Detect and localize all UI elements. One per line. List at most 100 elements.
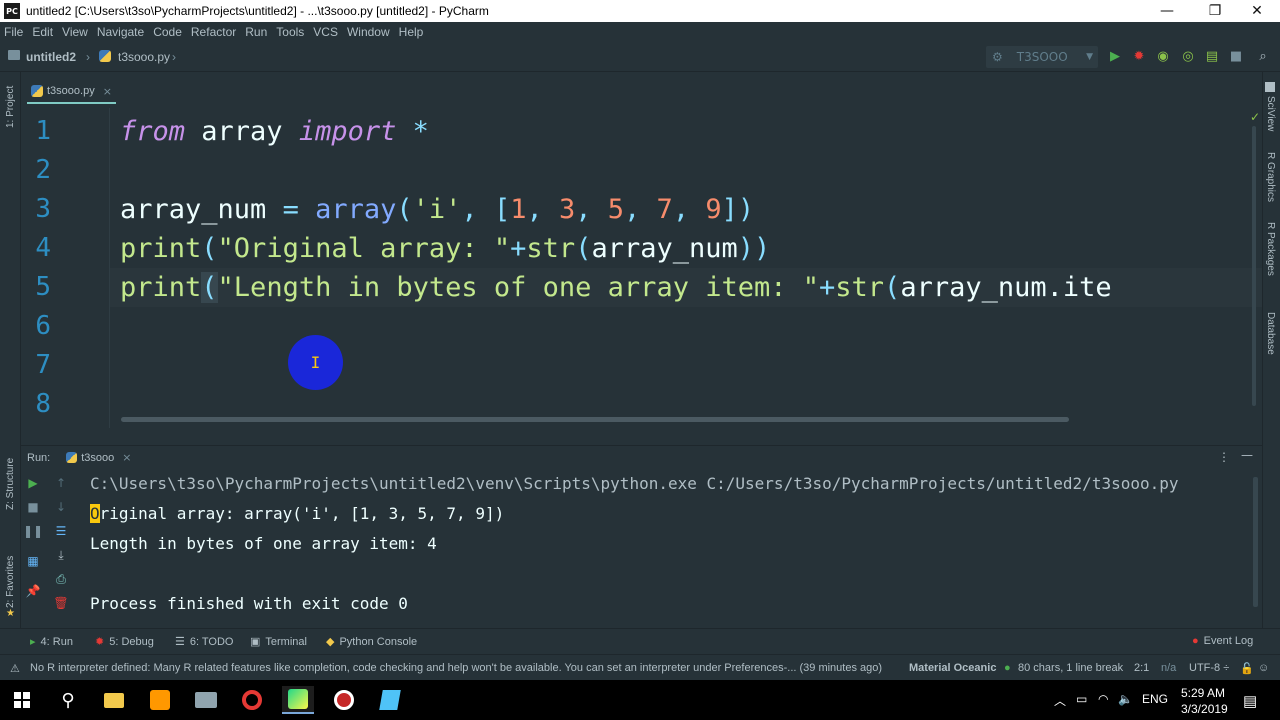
run-tab-label: t3sooo: [81, 451, 115, 464]
tool-tab-event-log[interactable]: ● Event Log: [1192, 635, 1253, 647]
menu-view[interactable]: View: [62, 25, 88, 39]
code-editor[interactable]: 1 2 3 4 5 6 7 8 from array import * arra…: [21, 108, 1262, 428]
hide-panel-icon[interactable]: —: [1241, 448, 1253, 462]
close-tab-icon[interactable]: ×: [103, 85, 112, 98]
editor-tab[interactable]: t3sooo.py ×: [27, 80, 116, 104]
run-with-coverage-icon[interactable]: ◉: [1155, 48, 1171, 64]
line-number: 4: [35, 233, 51, 263]
line-separator[interactable]: n/a: [1161, 662, 1176, 674]
pause-icon[interactable]: ❚❚: [23, 523, 43, 539]
tool-tab-todo[interactable]: ☰ 6: TODO: [175, 635, 233, 649]
tool-tab-run[interactable]: ▸ 4: Run: [30, 635, 73, 649]
lock-icon[interactable]: 🔓: [1240, 662, 1254, 675]
opera-icon[interactable]: [236, 686, 268, 714]
print-icon[interactable]: ⎙: [53, 571, 69, 587]
clock-time[interactable]: 5:29 AM: [1181, 686, 1225, 700]
theme-indicator[interactable]: Material Oceanic: [909, 662, 996, 674]
close-tab-icon[interactable]: ×: [122, 451, 131, 464]
database-tool-tab[interactable]: Database: [1265, 312, 1276, 355]
search-icon[interactable]: ⚲: [52, 686, 84, 714]
menu-code[interactable]: Code: [153, 25, 182, 39]
concurrency-icon[interactable]: ▤: [1204, 48, 1220, 64]
line-number-gutter: 1 2 3 4 5 6 7 8: [21, 108, 109, 428]
layout-icon[interactable]: ▦: [25, 553, 41, 569]
mouse-cursor-highlight: I: [288, 335, 343, 390]
menu-edit[interactable]: Edit: [32, 25, 53, 39]
editor-vertical-scrollbar[interactable]: [1252, 126, 1256, 406]
tool-tab-debug[interactable]: ✹ 5: Debug: [95, 635, 154, 649]
bracket: [: [493, 194, 511, 225]
remote-desktop-icon[interactable]: [190, 686, 222, 714]
inspector-icon[interactable]: ☺: [1258, 662, 1269, 674]
run-tab[interactable]: t3sooo ×: [66, 451, 132, 464]
menu-tools[interactable]: Tools: [276, 25, 304, 39]
scroll-to-end-icon[interactable]: ⤓: [53, 547, 69, 563]
clock-date[interactable]: 3/3/2019: [1181, 702, 1228, 716]
identifier: array_num.ite: [900, 272, 1112, 303]
pin-icon[interactable]: 📌: [25, 583, 41, 599]
menu-run[interactable]: Run: [245, 25, 267, 39]
status-message[interactable]: No R interpreter defined: Many R related…: [30, 662, 895, 674]
file-explorer-icon[interactable]: [98, 686, 130, 714]
r-packages-tool-tab[interactable]: R Packages: [1265, 222, 1276, 276]
string-literal: "Original array: ": [217, 233, 511, 264]
pycharm-taskbar-icon[interactable]: [282, 686, 314, 714]
pycharm-app-icon: PC: [4, 3, 20, 19]
comma: ,: [624, 194, 657, 225]
tool-tab-python-console[interactable]: ◆ Python Console: [326, 635, 417, 649]
sciview-tool-tab[interactable]: SciView: [1265, 96, 1276, 131]
search-everywhere-icon[interactable]: ⌕: [1255, 48, 1271, 64]
down-arrow-icon[interactable]: ↓: [53, 499, 69, 515]
favorites-tool-tab[interactable]: 2: Favorites: [5, 556, 16, 608]
breadcrumb-project[interactable]: untitled2: [26, 50, 76, 64]
inspection-ok-icon[interactable]: ✓: [1250, 110, 1260, 124]
debug-icon[interactable]: ✹: [1131, 48, 1147, 64]
stop-icon[interactable]: ■: [25, 499, 41, 515]
run-icon[interactable]: ▶: [1107, 48, 1123, 64]
rerun-icon[interactable]: ▶: [25, 475, 41, 491]
minimize-button[interactable]: —: [1144, 0, 1190, 22]
menu-refactor[interactable]: Refactor: [191, 25, 236, 39]
paren: (: [396, 194, 413, 225]
up-arrow-icon[interactable]: ↑: [53, 475, 69, 491]
run-configuration-select[interactable]: ⚙ T3SOOO ▼: [986, 46, 1098, 68]
volume-icon[interactable]: 🔈: [1118, 692, 1133, 706]
close-window-button[interactable]: ✕: [1234, 0, 1280, 22]
sublime-icon[interactable]: [144, 686, 176, 714]
code-line-5: print("Length in bytes of one array item…: [120, 268, 1112, 307]
more-options-icon[interactable]: ⋮: [1218, 450, 1230, 464]
stop-icon[interactable]: ■: [1228, 48, 1244, 64]
file-encoding[interactable]: UTF-8 ÷: [1189, 662, 1229, 674]
menu-window[interactable]: Window: [347, 25, 390, 39]
editor-horizontal-scrollbar[interactable]: [121, 417, 1069, 422]
code-line-1: from array import *: [120, 112, 429, 151]
console-scrollbar[interactable]: [1253, 477, 1258, 607]
menu-help[interactable]: Help: [399, 25, 424, 39]
restore-button[interactable]: ❐: [1192, 0, 1238, 22]
input-language[interactable]: ENG: [1142, 692, 1168, 706]
soft-wrap-icon[interactable]: ☰: [53, 523, 69, 539]
minimize-icon: —: [1160, 3, 1174, 19]
network-icon[interactable]: ◠: [1098, 692, 1108, 706]
profile-icon[interactable]: ◎: [1180, 48, 1196, 64]
menu-vcs[interactable]: VCS: [313, 25, 338, 39]
chevron-up-icon[interactable]: ︿: [1054, 692, 1066, 709]
number-literal: 7: [656, 194, 673, 225]
recorder-icon[interactable]: [328, 686, 360, 714]
app-icon[interactable]: [374, 686, 406, 714]
structure-tool-tab[interactable]: Z: Structure: [5, 458, 16, 510]
menu-file[interactable]: File: [4, 25, 23, 39]
run-console-output[interactable]: C:\Users\t3so\PycharmProjects\untitled2\…: [73, 469, 1262, 628]
identifier: array_num: [120, 194, 283, 225]
caret-position[interactable]: 2:1: [1134, 662, 1149, 674]
start-button[interactable]: [6, 686, 38, 714]
trash-icon[interactable]: 🗑: [53, 595, 69, 611]
battery-icon[interactable]: ▭: [1076, 692, 1087, 706]
r-graphics-tool-tab[interactable]: R Graphics: [1265, 152, 1276, 202]
console-caret: O: [90, 504, 100, 523]
breadcrumb-file[interactable]: t3sooo.py: [118, 50, 170, 64]
notifications-icon[interactable]: ▤: [1243, 692, 1257, 710]
menu-navigate[interactable]: Navigate: [97, 25, 144, 39]
tool-tab-terminal[interactable]: ▣ Terminal: [250, 635, 307, 649]
project-tool-tab[interactable]: 1: Project: [5, 86, 16, 128]
